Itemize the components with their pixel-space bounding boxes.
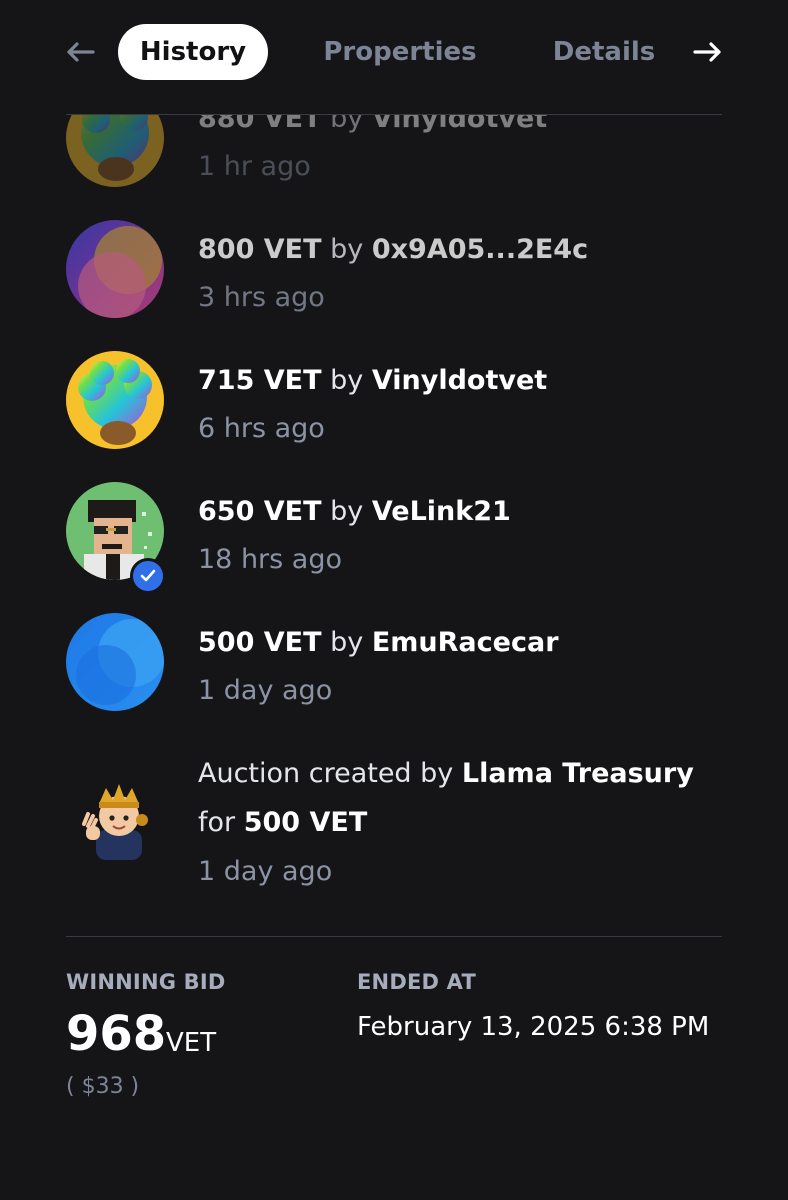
bid-time: 1 day ago [198,675,333,706]
bid-amount: 500 VET [198,627,322,658]
created-prefix: Auction created by [198,758,454,789]
bid-text: 650 VET by VeLink21 [198,496,511,527]
winning-bid-usd: ( $33 ) [66,1074,140,1099]
list-item: 880 VET by Vinyldotvet 1 hr ago [0,115,788,190]
gradient-circle-avatar[interactable] [66,220,164,318]
winning-bid-amount: 968 [66,1006,167,1062]
bidder-name[interactable]: Vinyldotvet [372,115,547,134]
list-item: 715 VET by Vinyldotvet 6 hrs ago [0,321,788,452]
bid-history-list[interactable]: 880 VET by Vinyldotvet 1 hr ago 800 VET … [0,115,788,936]
auction-created-text: Auction created by Llama Treasury [198,758,694,789]
check-icon [140,569,156,582]
blue-circle-avatar[interactable] [66,613,164,711]
bid-text: 715 VET by Vinyldotvet [198,365,547,396]
next-tab-button[interactable] [688,24,728,80]
ended-at-value: February 13, 2025 6:38 PM [357,1012,710,1042]
bid-amount: 880 VET [198,115,322,134]
auction-start-price: for 500 VET [198,807,367,838]
by-text: by [330,365,364,396]
bid-amount: 715 VET [198,365,322,396]
list-item: 650 VET by VeLink21 18 hrs ago [0,452,788,594]
list-item: 500 VET by EmuRacecar 1 day ago [0,583,788,714]
by-text: by [330,627,364,658]
ended-at-label: ENDED AT [357,970,476,994]
afro-rainbow-avatar[interactable] [66,115,164,187]
bid-time: 6 hrs ago [198,413,325,444]
bottom-divider [66,936,722,937]
previous-tab-button[interactable] [60,24,100,80]
created-time: 1 day ago [198,856,333,887]
winning-bid-unit: VET [166,1028,217,1058]
start-amount: 500 VET [243,807,368,838]
bid-time: 18 hrs ago [198,544,343,575]
by-text: by [330,115,364,134]
bid-amount: 650 VET [198,496,322,527]
bid-text: 880 VET by Vinyldotvet [198,115,547,134]
bid-amount: 800 VET [198,234,322,265]
arrow-right-icon [693,42,721,62]
bid-text: 500 VET by EmuRacecar [198,627,559,658]
creator-name[interactable]: Llama Treasury [462,758,694,789]
bid-time: 1 hr ago [198,151,311,182]
tab-bar: History Properties Details [0,0,788,105]
bid-text: 800 VET by 0x9A05...2E4c [198,234,588,265]
for-text: for [198,807,236,838]
auction-created-item: Auction created by Llama Treasury for 50… [0,714,788,904]
winning-bid-label: WINNING BID [66,970,226,994]
bidder-name[interactable]: Vinyldotvet [372,365,547,396]
llama-king-avatar[interactable] [66,770,164,868]
bid-time: 3 hrs ago [198,282,325,313]
by-text: by [330,496,364,527]
by-text: by [330,234,364,265]
tab-details[interactable]: Details [548,24,660,80]
bidder-name[interactable]: 0x9A05...2E4c [372,234,588,265]
bidder-name[interactable]: VeLink21 [372,496,511,527]
tab-properties[interactable]: Properties [318,24,482,80]
afro-rainbow-avatar[interactable] [66,351,164,449]
list-item: 800 VET by 0x9A05...2E4c 3 hrs ago [0,190,788,321]
bidder-name[interactable]: EmuRacecar [372,627,559,658]
tab-history[interactable]: History [118,24,268,80]
arrow-left-icon [67,42,95,62]
